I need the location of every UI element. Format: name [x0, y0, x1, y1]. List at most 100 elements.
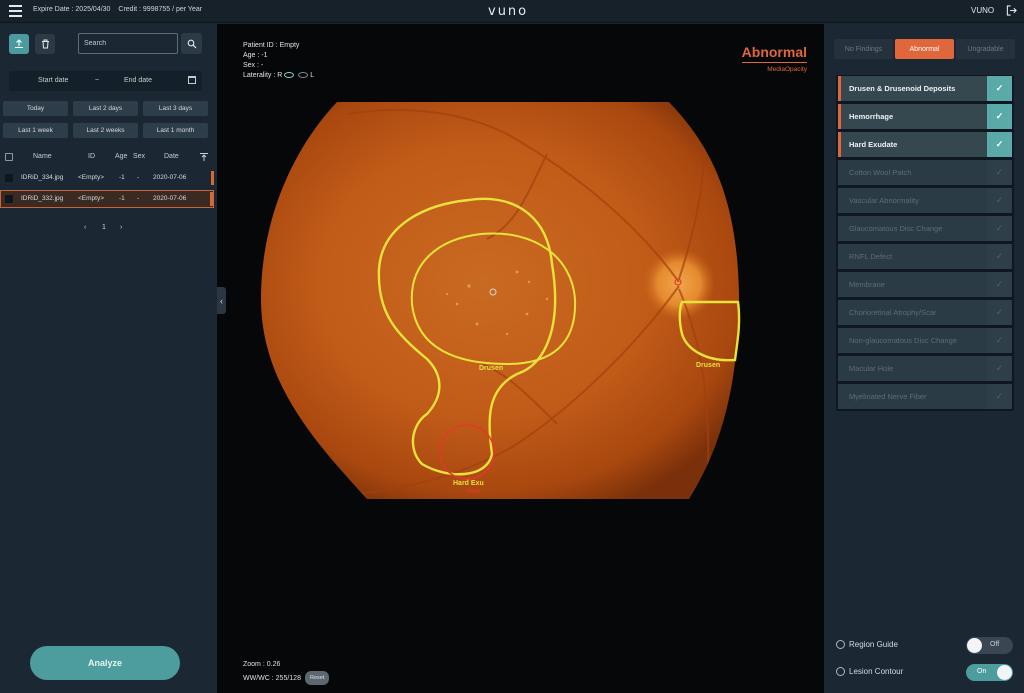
- verdict-divider: [741, 62, 807, 63]
- check-icon[interactable]: ✓: [987, 244, 1012, 269]
- column-date[interactable]: Date: [164, 153, 179, 160]
- finding-hard-exudate[interactable]: Hard Exudate ✓: [838, 132, 1012, 157]
- check-icon[interactable]: ✓: [987, 132, 1012, 157]
- column-id[interactable]: ID: [88, 153, 95, 160]
- toggle-knob: [997, 665, 1012, 680]
- finding-non-glaucomatous-disc-change[interactable]: Non-glaucomatous Disc Change ✓: [838, 328, 1012, 353]
- delete-button[interactable]: [35, 34, 55, 54]
- logout-icon[interactable]: [1006, 5, 1017, 16]
- check-icon[interactable]: ✓: [987, 356, 1012, 381]
- row-checkbox[interactable]: [5, 195, 13, 203]
- finding-vascular-abnormality[interactable]: Vascular Abnormality ✓: [838, 188, 1012, 213]
- toggle-knob: [967, 638, 982, 653]
- table-header: Name ID Age Sex Date: [0, 150, 217, 164]
- result-verdict: Abnormal MediaOpacity: [741, 44, 807, 73]
- collapse-panel-toggle[interactable]: ‹: [217, 287, 226, 314]
- finding-chorioretinal-atrophy[interactable]: Chorioretinal Atrophy/Scar ✓: [838, 300, 1012, 325]
- lesion-contour-label: Lesion Contour: [849, 667, 904, 676]
- quick-range-last-3-days[interactable]: Last 3 days: [143, 101, 208, 116]
- quick-range-today[interactable]: Today: [3, 101, 68, 116]
- finding-label: Hemorrhage: [849, 112, 894, 121]
- row-age: -1: [119, 174, 125, 181]
- toggle-state: Off: [990, 641, 1000, 648]
- row-date: 2020-07-06: [153, 195, 187, 202]
- annotation-hard-exudate: Hard Exu: [453, 480, 484, 487]
- finding-rnfl-defect[interactable]: RNFL Defect ✓: [838, 244, 1012, 269]
- analyze-button[interactable]: Analyze: [30, 646, 180, 680]
- findings-panel: No Findings Abnormal Ungradable Drusen &…: [824, 24, 1024, 693]
- verdict-subtype: MediaOpacity: [767, 66, 807, 73]
- upload-icon: [15, 39, 23, 49]
- hamburger-menu-icon[interactable]: [9, 5, 22, 17]
- license-info: Expire Date : 2025/04/30 Credit : 999875…: [33, 6, 208, 13]
- check-icon[interactable]: ✓: [987, 160, 1012, 185]
- check-icon[interactable]: ✓: [987, 76, 1012, 101]
- select-all-checkbox[interactable]: [5, 153, 13, 161]
- row-file-name: IDRiD_334.jpg: [21, 174, 64, 181]
- end-date-field[interactable]: End date: [124, 77, 152, 84]
- column-age[interactable]: Age: [115, 153, 127, 160]
- check-icon[interactable]: ✓: [987, 272, 1012, 297]
- check-icon[interactable]: ✓: [987, 328, 1012, 353]
- date-range-picker[interactable]: Start date ~ End date: [9, 71, 202, 91]
- filter-icon[interactable]: [199, 152, 209, 162]
- finding-membrane[interactable]: Membrane ✓: [838, 272, 1012, 297]
- eye-icon-right[interactable]: [284, 72, 295, 79]
- row-sex: -: [137, 195, 140, 202]
- pager-next[interactable]: ›: [120, 224, 122, 231]
- file-list-panel: Start date ~ End date Today Last 2 days …: [0, 24, 217, 693]
- reset-button[interactable]: Reset: [304, 671, 330, 685]
- row-status-marker: [211, 171, 214, 185]
- finding-label: Myelinated Nerve Fiber: [849, 392, 927, 401]
- fundus-image[interactable]: [217, 24, 824, 693]
- column-sex[interactable]: Sex: [133, 153, 145, 160]
- check-icon[interactable]: ✓: [987, 188, 1012, 213]
- quick-range-last-2-weeks[interactable]: Last 2 weeks: [73, 123, 138, 138]
- classification-tabs: No Findings Abnormal Ungradable: [834, 39, 1017, 59]
- quick-range-last-1-month[interactable]: Last 1 month: [143, 123, 208, 138]
- expire-date: Expire Date : 2025/04/30: [33, 6, 111, 13]
- finding-label: Non-glaucomatous Disc Change: [849, 336, 957, 345]
- row-checkbox[interactable]: [5, 174, 13, 182]
- finding-label: RNFL Defect: [849, 252, 893, 261]
- start-date-field[interactable]: Start date: [38, 77, 68, 84]
- trash-icon: [41, 39, 49, 49]
- region-guide-icon: [836, 640, 845, 649]
- table-row[interactable]: IDRiD_334.jpg <Empty> -1 - 2020-07-06: [0, 169, 214, 187]
- check-icon[interactable]: ✓: [987, 384, 1012, 409]
- finding-label: Cotton Wool Patch: [849, 168, 912, 177]
- check-icon[interactable]: ✓: [987, 300, 1012, 325]
- eye-icon-left[interactable]: [298, 72, 309, 79]
- calendar-icon[interactable]: [188, 76, 196, 84]
- upload-button[interactable]: [9, 34, 29, 54]
- search-button[interactable]: [181, 33, 202, 54]
- finding-myelinated-nerve-fiber[interactable]: Myelinated Nerve Fiber ✓: [838, 384, 1012, 409]
- finding-hemorrhage[interactable]: Hemorrhage ✓: [838, 104, 1012, 129]
- finding-drusen[interactable]: Drusen & Drusenoid Deposits ✓: [838, 76, 1012, 101]
- row-id: <Empty>: [78, 174, 105, 181]
- pager-page[interactable]: 1: [102, 224, 106, 231]
- finding-label: Hard Exudate: [849, 140, 898, 149]
- date-separator: ~: [95, 77, 100, 84]
- image-viewer[interactable]: Patient ID : Empty Age : -1 Sex : - Late…: [217, 24, 824, 693]
- quick-range-last-2-days[interactable]: Last 2 days: [73, 101, 138, 116]
- tab-abnormal[interactable]: Abnormal: [895, 39, 954, 59]
- check-icon[interactable]: ✓: [987, 216, 1012, 241]
- finding-glaucomatous-disc-change[interactable]: Glaucomatous Disc Change ✓: [838, 216, 1012, 241]
- lesion-contour-toggle[interactable]: On: [966, 664, 1013, 681]
- finding-cotton-wool-patch[interactable]: Cotton Wool Patch ✓: [838, 160, 1012, 185]
- search-input[interactable]: [78, 33, 178, 54]
- check-icon[interactable]: ✓: [987, 104, 1012, 129]
- pager-prev[interactable]: ‹: [84, 224, 86, 231]
- region-guide-toggle[interactable]: Off: [966, 637, 1013, 654]
- patient-id: Patient ID : Empty: [243, 42, 300, 49]
- tab-ungradable[interactable]: Ungradable: [956, 39, 1015, 59]
- finding-label: Membrane: [849, 280, 885, 289]
- tab-no-findings[interactable]: No Findings: [834, 39, 893, 59]
- search-icon: [187, 39, 196, 48]
- finding-macular-hole[interactable]: Macular Hole ✓: [838, 356, 1012, 381]
- column-name[interactable]: Name: [33, 153, 52, 160]
- quick-range-last-1-week[interactable]: Last 1 week: [3, 123, 68, 138]
- row-age: -1: [119, 195, 125, 202]
- table-row-selected[interactable]: IDRiD_332.jpg <Empty> -1 - 2020-07-06: [0, 190, 214, 208]
